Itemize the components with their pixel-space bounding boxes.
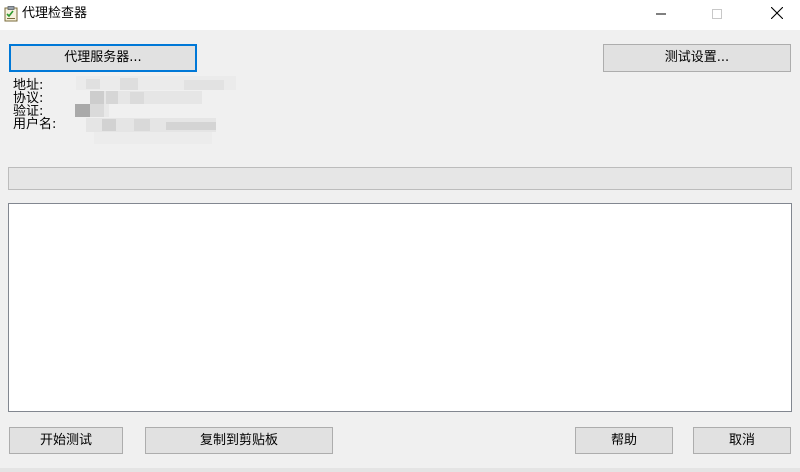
test-progress-bar xyxy=(8,167,792,190)
username-label: 用户名: xyxy=(13,117,57,132)
proxy-server-button-label: 代理服务器... xyxy=(64,50,142,65)
help-button[interactable]: 帮助 xyxy=(575,427,673,454)
maximize-button xyxy=(694,0,740,30)
minimize-icon xyxy=(656,8,666,23)
minimize-button[interactable] xyxy=(638,0,684,30)
proxy-server-button[interactable]: 代理服务器... xyxy=(9,44,197,72)
app-checklist-icon xyxy=(4,6,18,22)
help-button-label: 帮助 xyxy=(610,432,637,448)
start-test-button-label: 开始测试 xyxy=(39,432,92,448)
cancel-button[interactable]: 取消 xyxy=(693,427,791,454)
start-test-button[interactable]: 开始测试 xyxy=(9,427,123,454)
close-button[interactable] xyxy=(754,0,800,30)
copy-to-clipboard-button[interactable]: 复制到剪贴板 xyxy=(145,427,333,454)
title-bar[interactable]: 代理检查器 xyxy=(0,0,800,30)
close-icon xyxy=(770,6,784,23)
window-bottom-edge xyxy=(0,468,800,472)
maximize-icon xyxy=(712,8,722,23)
copy-to-clipboard-button-label: 复制到剪贴板 xyxy=(199,432,278,448)
test-settings-button-label: 测试设置... xyxy=(664,50,730,65)
cancel-button-label: 取消 xyxy=(728,432,755,448)
test-log-area[interactable] xyxy=(8,203,792,412)
test-settings-button[interactable]: 测试设置... xyxy=(603,44,791,72)
proxy-info: 地址: 协议: 验证: 用户名: xyxy=(13,79,56,131)
window-title: 代理检查器 xyxy=(22,6,88,21)
redacted-values xyxy=(72,76,240,146)
